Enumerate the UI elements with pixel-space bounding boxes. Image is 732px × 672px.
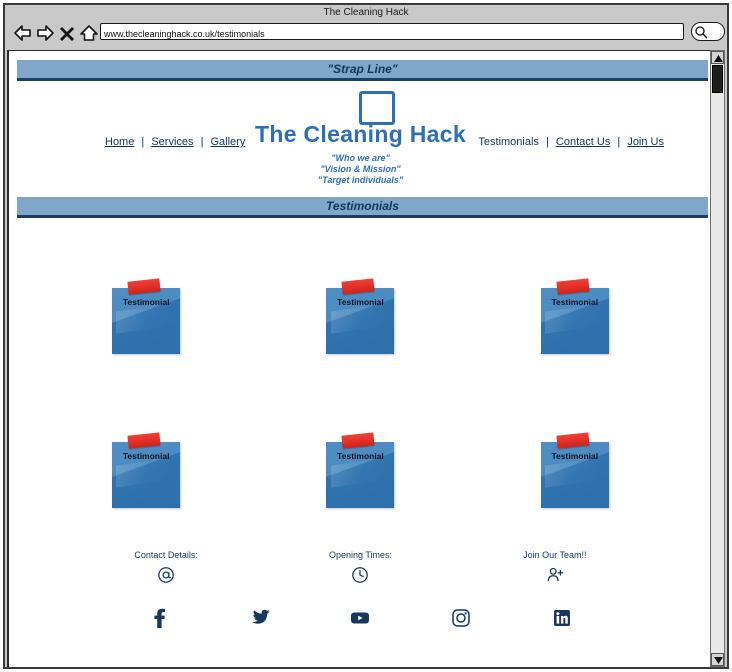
tagline-item: "Who we are" [331,153,390,163]
social-links [9,607,712,634]
web-page: "Strap Line" The Cleaning Hack "Who we a… [9,51,712,667]
browser-title-bar: The Cleaning Hack [5,5,727,20]
testimonial-card[interactable]: Testimonial [326,432,395,508]
search-button[interactable] [691,22,725,41]
section-title-banner: Testimonials [17,197,708,218]
at-sign-icon[interactable] [134,566,198,589]
testimonial-card[interactable]: Testimonial [112,432,181,508]
strapline-text: "Strap Line" [327,62,398,76]
home-icon[interactable] [79,23,99,43]
footer-link-opening-times[interactable]: Opening Times: [329,550,392,589]
nav-separator: | [141,136,145,148]
testimonial-label: Testimonial [337,451,384,461]
browser-window: The Cleaning Hack "Strap Line" [3,3,729,669]
tagline-item: "Target individuals" [317,175,404,185]
clock-icon[interactable] [329,566,392,589]
footer-link-label: Join Our Team!! [523,550,587,560]
testimonial-card[interactable]: Testimonial [112,278,181,354]
testimonial-label: Testimonial [122,297,170,307]
scroll-up-arrow-icon[interactable] [711,51,724,64]
testimonial-label: Testimonial [551,451,599,461]
nav-separator: | [545,136,549,148]
twitter-icon[interactable] [249,608,271,633]
strapline-banner: "Strap Line" [17,60,708,81]
tagline-item: "Vision & Mission" [320,164,401,174]
testimonial-label: Testimonial [122,451,170,461]
vertical-scrollbar[interactable] [710,50,725,667]
footer-links: Contact Details: Opening Times: Join Our… [9,550,712,589]
page-viewport: "Strap Line" The Cleaning Hack "Who we a… [7,50,725,667]
footer-link-join-our-team[interactable]: Join Our Team!! [523,550,587,589]
stop-x-icon[interactable] [59,23,79,43]
address-bar[interactable] [100,23,684,42]
nav-link-services[interactable]: Services [151,136,193,148]
nav-link-contact-us[interactable]: Contact Us [556,136,610,148]
nav-link-gallery[interactable]: Gallery [211,136,246,148]
search-icon [695,26,708,39]
testimonial-card[interactable]: Testimonial [540,432,609,508]
url-input[interactable] [101,26,683,42]
youtube-icon[interactable] [349,610,371,631]
nav-link-join-us[interactable]: Join Us [627,136,664,148]
person-plus-icon[interactable] [523,566,586,589]
logo-placeholder-square-icon [359,91,395,125]
back-arrow-icon[interactable] [13,23,33,43]
footer-link-contact-details[interactable]: Contact Details: [134,550,198,589]
testimonial-grid: Testimonial Testimonial Testimonial Test… [9,278,712,508]
scrollbar-thumb[interactable] [712,65,723,93]
scroll-down-arrow-icon[interactable] [711,653,724,666]
testimonial-label: Testimonial [551,297,599,307]
linkedin-icon[interactable] [552,608,572,633]
primary-nav-left: Home | Services | Gallery [105,136,245,148]
browser-toolbar [5,20,727,46]
testimonial-card[interactable]: Testimonial [540,278,609,354]
nav-link-testimonials[interactable]: Testimonials [478,136,539,148]
instagram-icon[interactable] [451,608,471,633]
testimonial-label: Testimonial [337,297,384,307]
forward-arrow-icon[interactable] [35,23,55,43]
footer-link-label: Opening Times: [328,550,392,560]
nav-separator: | [617,136,621,148]
nav-link-home[interactable]: Home [105,136,134,148]
testimonial-card[interactable]: Testimonial [326,278,395,354]
section-title-text: Testimonials [326,199,399,213]
nav-separator: | [200,136,204,148]
primary-nav-right: Testimonials | Contact Us | Join Us [478,136,664,148]
browser-title-text: The Cleaning Hack [323,7,409,18]
facebook-icon[interactable] [149,607,169,634]
tagline-list: "Who we are" "Vision & Mission" "Target … [9,153,712,186]
footer-link-label: Contact Details: [134,550,198,560]
site-header: The Cleaning Hack "Who we are" "Vision &… [9,81,712,185]
